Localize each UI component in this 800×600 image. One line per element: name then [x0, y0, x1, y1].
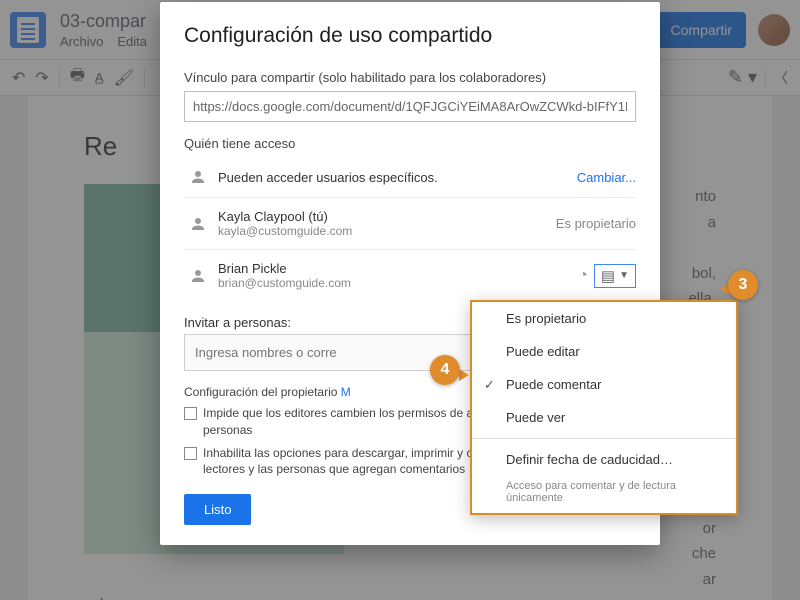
prevent-editors-checkbox[interactable] — [184, 407, 197, 420]
permission-dropdown-menu: Es propietario Puede editar Puede coment… — [470, 300, 738, 515]
clock-icon[interactable]: ◔ — [578, 267, 588, 285]
access-row-privacy: Pueden acceder usuarios específicos. Cam… — [184, 157, 636, 198]
sharing-link-label: Vínculo para compartir (solo habilitado … — [184, 70, 636, 85]
access-user-email: brian@customguide.com — [218, 276, 578, 290]
callout-badge-3: 3 — [728, 270, 758, 300]
comment-icon: ▤ — [601, 267, 615, 285]
access-row-collaborator: Brian Pickle brian@customguide.com ◔ ▤ ▼ — [184, 250, 636, 301]
done-button[interactable]: Listo — [184, 494, 251, 525]
change-privacy-link[interactable]: Cambiar... — [577, 170, 636, 185]
access-row-owner: Kayla Claypool (tú) kayla@customguide.co… — [184, 198, 636, 250]
owner-settings-more-link[interactable]: M — [341, 385, 351, 399]
disable-download-checkbox[interactable] — [184, 447, 197, 460]
person-icon — [189, 267, 207, 285]
dialog-title: Configuración de uso compartido — [184, 24, 636, 48]
callout-badge-4: 4 — [430, 355, 460, 385]
callout-pointer-4 — [459, 369, 469, 381]
chevron-down-icon: ▼ — [619, 270, 629, 281]
perm-option-owner[interactable]: Es propietario — [472, 302, 736, 335]
access-row-text: Pueden acceder usuarios específicos. — [218, 170, 577, 185]
perm-expiry-note: Acceso para comentar y de lectura únicam… — [472, 476, 736, 513]
person-icon — [189, 215, 207, 233]
menu-separator — [472, 438, 736, 439]
access-user-name: Brian Pickle — [218, 261, 578, 276]
perm-option-view[interactable]: Puede ver — [472, 401, 736, 434]
access-user-name: Kayla Claypool (tú) — [218, 209, 556, 224]
access-owner-label: Es propietario — [556, 216, 636, 231]
perm-option-edit[interactable]: Puede editar — [472, 335, 736, 368]
access-user-email: kayla@customguide.com — [218, 224, 556, 238]
perm-option-expiry[interactable]: Definir fecha de caducidad… — [472, 443, 736, 476]
who-has-access-label: Quién tiene acceso — [184, 136, 636, 151]
owner-settings-label: Configuración del propietario — [184, 385, 337, 399]
privacy-icon — [189, 168, 207, 186]
permission-dropdown-button[interactable]: ▤ ▼ — [594, 264, 636, 288]
perm-option-comment[interactable]: Puede comentar — [472, 368, 736, 401]
sharing-link-input[interactable] — [184, 91, 636, 122]
